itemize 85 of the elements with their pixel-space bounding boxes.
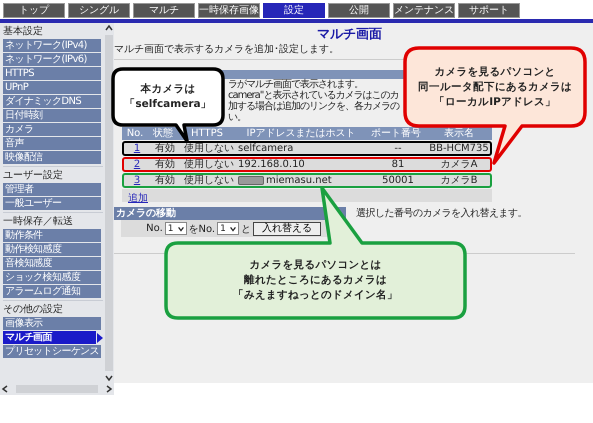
- column-header: ポート番号: [370, 127, 422, 140]
- sidebar-item[interactable]: ダイナミックDNS: [3, 95, 101, 108]
- sidebar-item[interactable]: 日付時刻: [3, 109, 101, 122]
- callout-text: 「ローカルIPアドレス」: [434, 94, 556, 110]
- pointer-icon: [97, 332, 103, 342]
- nav-tab[interactable]: サポート: [458, 3, 520, 18]
- sidebar-item[interactable]: ネットワーク(IPv6): [3, 53, 101, 66]
- nav-tab[interactable]: 公開: [328, 3, 390, 18]
- nav-tab[interactable]: 設定: [263, 3, 325, 18]
- number-dropdown[interactable]: 1: [164, 222, 186, 235]
- table-cell-text: --: [393, 143, 403, 154]
- callout-text: カメラを見るパソコンとは: [250, 258, 382, 273]
- field-label: と: [240, 222, 251, 236]
- camera-number-link[interactable]: 1: [134, 143, 140, 154]
- chevron-up-icon[interactable]: [104, 23, 114, 33]
- column-header: 状態: [152, 127, 174, 140]
- sidebar-item[interactable]: アラームログ通知: [3, 285, 101, 298]
- sidebar-heading: その他の設定: [3, 303, 64, 317]
- callout-text: カメラを見るパソコンと: [434, 64, 556, 80]
- table-cell-text: 有効: [154, 175, 176, 186]
- nav-tab[interactable]: トップ: [3, 3, 65, 18]
- callout-text: 「selfcamera」: [124, 97, 212, 112]
- info-text: 加する場合は追加のリンクを、各カメラの: [228, 101, 399, 112]
- callout-text: 「みえますねっとのドメイン名」: [233, 288, 398, 303]
- sidebar-item[interactable]: 管理者: [3, 183, 101, 196]
- column-header: HTTPS: [190, 127, 224, 140]
- camera-number-link[interactable]: 3: [134, 175, 140, 186]
- chevron-left-icon[interactable]: [0, 384, 10, 394]
- nav-tab[interactable]: マルチ: [133, 3, 195, 18]
- sidebar-item[interactable]: ショック検知感度: [3, 271, 101, 284]
- sidebar-item[interactable]: 画像表示: [3, 317, 101, 330]
- table-cell-text: カメラB: [440, 175, 478, 186]
- table-cell-text: 使用しない: [183, 159, 235, 170]
- sidebar-item[interactable]: 動作条件: [3, 229, 101, 242]
- number-dropdown[interactable]: 1: [217, 222, 239, 235]
- sidebar-item[interactable]: 映像配信: [3, 151, 101, 164]
- swap-button[interactable]: 入れ替える: [252, 222, 321, 236]
- sidebar-heading: 基本設定: [3, 25, 44, 39]
- info-text: い。: [228, 112, 246, 123]
- sidebar-item[interactable]: ネットワーク(IPv4): [3, 39, 101, 52]
- move-note: 選択した番号のカメラを入れ替えます。: [356, 206, 527, 220]
- callout-text: 同一ルータ配下にあるカメラは: [418, 80, 572, 94]
- callout-text: 本カメラは: [140, 82, 196, 97]
- sidebar-item[interactable]: 動作検知感度: [3, 243, 101, 256]
- table-cell-text: カメラA: [440, 159, 478, 170]
- nav-tab[interactable]: シングル: [68, 3, 130, 18]
- caret-icon[interactable]: [176, 224, 184, 232]
- table-cell-text: 50001: [381, 175, 415, 186]
- sidebar-item[interactable]: UPnP: [3, 81, 101, 94]
- page-title: マルチ画面: [316, 27, 383, 43]
- sidebar-heading: ユーザー設定: [3, 169, 64, 183]
- table-cell: selfcamera: [238, 143, 294, 154]
- info-text: ラがマルチ画面で表示されます。: [228, 79, 363, 90]
- info-text: camera"と表示されているカメラはこのカ: [228, 90, 398, 101]
- camera-number-link[interactable]: 2: [134, 159, 140, 170]
- table-cell-text: 使用しない: [183, 143, 235, 154]
- table-cell: BB-HCM735: [428, 143, 490, 154]
- add-link[interactable]: 追加: [128, 193, 148, 204]
- sidebar-item[interactable]: 音検知感度: [3, 257, 101, 270]
- sidebar-item[interactable]: 音声: [3, 137, 101, 150]
- table-cell-text: 使用しない: [183, 175, 235, 186]
- vertical-scrollbar[interactable]: [103, 23, 114, 383]
- table-cell-text: 有効: [154, 159, 176, 170]
- sidebar-item[interactable]: カメラ: [3, 123, 101, 136]
- nav-tab[interactable]: メンテナンス: [393, 3, 455, 18]
- caret-icon[interactable]: [228, 224, 237, 232]
- table-cell-text: 有効: [154, 143, 176, 154]
- section-heading: カメラの移動: [114, 206, 346, 220]
- chevron-right-icon[interactable]: [104, 384, 114, 394]
- sidebar-heading: 一時保存／転送: [3, 215, 74, 229]
- field-label: No.: [146, 223, 163, 234]
- table-cell-text: 81: [390, 159, 406, 170]
- callout-text: 離れたところにあるカメラは: [244, 273, 387, 288]
- column-header: No.: [126, 127, 144, 140]
- sidebar-item[interactable]: 一般ユーザー: [3, 197, 101, 210]
- field-label: をNo.: [188, 222, 216, 236]
- horizontal-scrollbar[interactable]: [0, 383, 114, 395]
- sidebar-item[interactable]: プリセットシーケンス: [3, 345, 101, 358]
- table-cell: miemasu.net: [266, 175, 332, 186]
- chevron-down-icon[interactable]: [104, 373, 114, 383]
- table-cell: 192.168.0.10: [238, 159, 305, 170]
- column-header: 表示名: [443, 127, 475, 140]
- column-header: IPアドレスまたはホスト: [246, 127, 356, 140]
- nav-tab[interactable]: 一時保存画像: [198, 3, 260, 18]
- sidebar-item[interactable]: HTTPS: [3, 67, 101, 80]
